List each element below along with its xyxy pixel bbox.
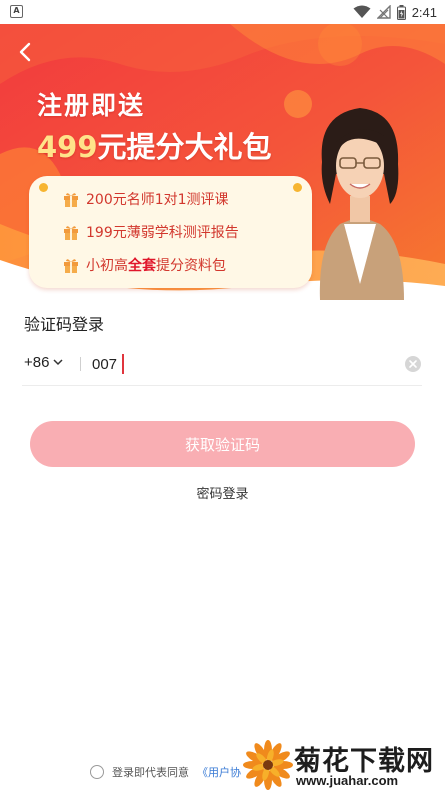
chrysanthemum-logo-icon <box>243 740 293 790</box>
clear-input-button[interactable] <box>405 356 421 372</box>
card-dot-left <box>39 183 48 192</box>
phone-input-row: +86 <box>22 344 422 386</box>
benefit-item: 200元名师1对1测评课 <box>63 187 229 211</box>
battery-icon <box>396 4 406 20</box>
card-dot-right <box>293 183 302 192</box>
benefit-text: 小初高全套提分资料包 <box>86 258 226 274</box>
benefit-text: 200元名师1对1测评课 <box>86 192 229 208</box>
country-code: +86 <box>24 354 50 371</box>
banner-subtitle: 499元提分大礼包 <box>37 124 272 166</box>
banner-subtitle-text: 元提分大礼包 <box>97 130 272 164</box>
login-title: 验证码登录 <box>24 315 105 334</box>
app-notification-icon: A <box>10 5 23 18</box>
status-icons: 2:41 <box>353 2 437 22</box>
status-bar: A 2:41 <box>0 0 445 24</box>
agreement-row: 登录即代表同意 《用户协 <box>90 764 241 780</box>
benefit-item: 小初高全套提分资料包 <box>63 253 226 277</box>
gift-icon <box>64 192 78 207</box>
banner-amount: 499 <box>37 130 98 164</box>
site-watermark: 菊花下载网 www.juahar.com <box>242 737 445 791</box>
password-login-link[interactable]: 密码登录 <box>0 483 445 502</box>
back-button[interactable] <box>12 38 40 66</box>
close-icon <box>409 360 417 368</box>
field-divider <box>80 357 81 371</box>
get-verification-code-button[interactable]: 获取验证码 <box>30 421 415 467</box>
agreement-checkbox[interactable] <box>90 765 104 779</box>
benefits-card: 200元名师1对1测评课 199元薄弱学科测评报告 小初高全套提分资料包 <box>29 176 312 288</box>
country-code-selector[interactable]: +86 <box>24 354 63 371</box>
banner-title: 注册即送 <box>37 91 146 120</box>
watermark-url: www.juahar.com <box>296 773 399 788</box>
promo-banner: 注册即送 499元提分大礼包 200元名师1对1测评课 199元薄弱学科测评报告… <box>0 24 445 300</box>
status-time: 2:41 <box>411 4 437 20</box>
text-cursor <box>122 354 124 374</box>
agreement-text: 登录即代表同意 <box>112 766 189 779</box>
benefit-item: 199元薄弱学科测评报告 <box>63 220 239 244</box>
gift-icon <box>64 225 78 240</box>
user-agreement-link[interactable]: 《用户协 <box>197 764 241 780</box>
benefit-text: 199元薄弱学科测评报告 <box>86 225 239 241</box>
gift-icon <box>64 258 78 273</box>
chevron-left-icon <box>19 42 31 62</box>
wifi-icon <box>353 5 371 18</box>
phone-number-input[interactable] <box>92 352 382 376</box>
presenter-portrait-image <box>319 108 404 300</box>
signal-off-icon <box>376 5 391 19</box>
chevron-down-icon <box>53 359 63 366</box>
